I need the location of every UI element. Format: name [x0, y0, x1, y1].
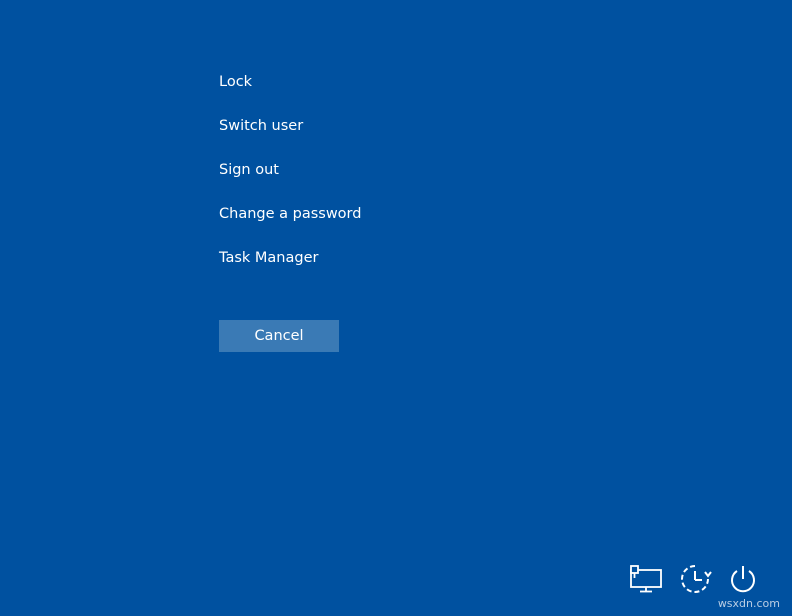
menu-item-lock[interactable]: Lock	[219, 72, 361, 116]
system-tray	[0, 562, 792, 596]
menu-item-change-password[interactable]: Change a password	[219, 204, 361, 248]
menu-item-switch-user[interactable]: Switch user	[219, 116, 361, 160]
network-icon	[629, 564, 663, 594]
cancel-button[interactable]: Cancel	[219, 320, 339, 352]
network-button[interactable]	[629, 562, 663, 596]
power-button[interactable]	[726, 562, 760, 596]
ease-of-access-icon	[678, 562, 712, 596]
menu-item-sign-out[interactable]: Sign out	[219, 160, 361, 204]
watermark: wsxdn.com	[717, 597, 780, 610]
ease-of-access-button[interactable]	[678, 562, 712, 596]
power-icon	[727, 563, 759, 595]
menu-item-task-manager[interactable]: Task Manager	[219, 248, 361, 292]
security-options-menu: Lock Switch user Sign out Change a passw…	[219, 72, 361, 292]
